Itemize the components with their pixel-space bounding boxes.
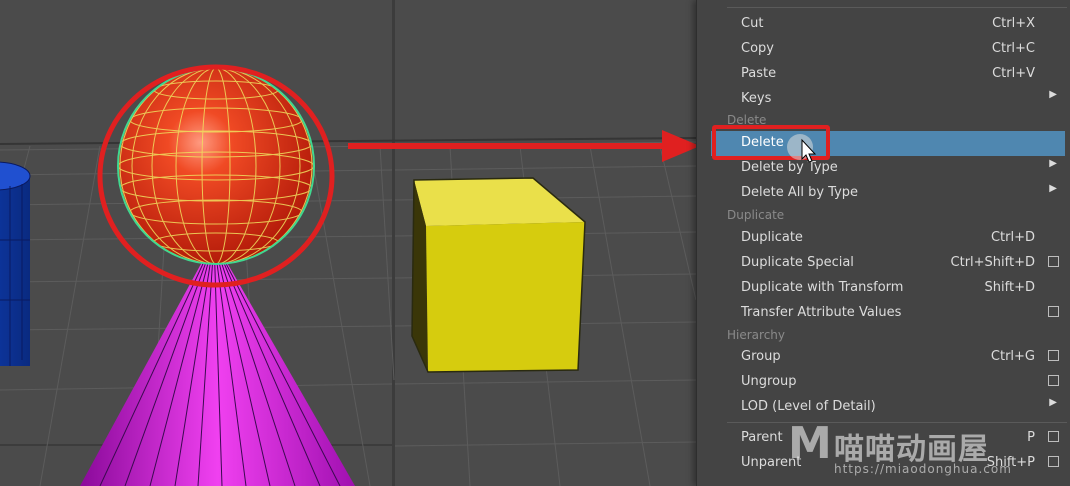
- menu-item-duplicate-with-transform[interactable]: Duplicate with Transform Shift+D: [711, 276, 1065, 301]
- menu-item-shortcut: Ctrl+D: [990, 230, 1035, 245]
- menu-item-copy[interactable]: Copy Ctrl+C: [711, 37, 1065, 62]
- option-box-icon[interactable]: [1048, 256, 1059, 267]
- menu-item-shortcut: Shift+D: [984, 280, 1035, 295]
- menu-item-shortcut: Ctrl+G: [990, 349, 1035, 364]
- menu-item-delete-all-by-type[interactable]: Delete All by Type ▶: [711, 181, 1065, 206]
- menu-top-separator: [727, 7, 1067, 8]
- watermark: M 喵喵动画屋 https://miaodonghua.com: [788, 418, 1058, 478]
- menu-item-keys[interactable]: Keys ▶: [711, 87, 1065, 112]
- cylinder[interactable]: [0, 161, 31, 366]
- menu-item-duplicate[interactable]: Duplicate Ctrl+D: [711, 226, 1065, 251]
- menu-item-label: Group: [741, 349, 781, 364]
- menu-item-ungroup[interactable]: Ungroup: [711, 370, 1065, 395]
- menu-item-duplicate-special[interactable]: Duplicate Special Ctrl+Shift+D: [711, 251, 1065, 276]
- section-header-duplicate: Duplicate: [727, 208, 785, 222]
- sphere[interactable]: [117, 67, 315, 265]
- option-box-icon[interactable]: [1048, 350, 1059, 361]
- menu-item-label: Duplicate Special: [741, 255, 854, 270]
- menu-item-shortcut: Ctrl+C: [991, 41, 1035, 56]
- menu-item-label: Duplicate with Transform: [741, 280, 904, 295]
- submenu-arrow-icon: ▶: [1049, 183, 1057, 194]
- menu-item-shortcut: Ctrl+Shift+D: [950, 255, 1035, 270]
- menu-item-lod[interactable]: LOD (Level of Detail) ▶: [711, 395, 1065, 420]
- menu-item-label: Copy: [741, 41, 774, 56]
- menu-item-label: Duplicate: [741, 230, 803, 245]
- menu-item-shortcut: Ctrl+V: [992, 66, 1035, 81]
- menu-item-group[interactable]: Group Ctrl+G: [711, 345, 1065, 370]
- watermark-logo: M: [788, 418, 832, 469]
- submenu-arrow-icon: ▶: [1049, 397, 1057, 408]
- menu-item-shortcut: Ctrl+X: [992, 16, 1035, 31]
- edit-context-menu: Cut Ctrl+X Copy Ctrl+C Paste Ctrl+V Keys…: [696, 0, 1070, 486]
- section-header-hierarchy: Hierarchy: [727, 328, 786, 342]
- maya-screen: Cut Ctrl+X Copy Ctrl+C Paste Ctrl+V Keys…: [0, 0, 1070, 486]
- menu-item-label: Delete All by Type: [741, 185, 859, 200]
- menu-item-label: Ungroup: [741, 374, 797, 389]
- submenu-arrow-icon: ▶: [1049, 89, 1057, 100]
- menu-item-transfer-attribute-values[interactable]: Transfer Attribute Values: [711, 301, 1065, 326]
- menu-item-cut[interactable]: Cut Ctrl+X: [711, 12, 1065, 37]
- menu-item-label: Keys: [741, 91, 772, 106]
- option-box-icon[interactable]: [1048, 306, 1059, 317]
- option-box-icon[interactable]: [1048, 375, 1059, 386]
- menu-item-paste[interactable]: Paste Ctrl+V: [711, 62, 1065, 87]
- cube[interactable]: [411, 177, 586, 373]
- menu-item-label: LOD (Level of Detail): [741, 399, 876, 414]
- menu-item-label: Parent: [741, 430, 783, 445]
- menu-item-label: Transfer Attribute Values: [741, 305, 902, 320]
- submenu-arrow-icon: ▶: [1049, 158, 1057, 169]
- mouse-cursor-icon: [787, 134, 817, 163]
- menu-item-label: Cut: [741, 16, 764, 31]
- watermark-url: https://miaodonghua.com: [834, 462, 1012, 476]
- menu-item-label: Paste: [741, 66, 777, 81]
